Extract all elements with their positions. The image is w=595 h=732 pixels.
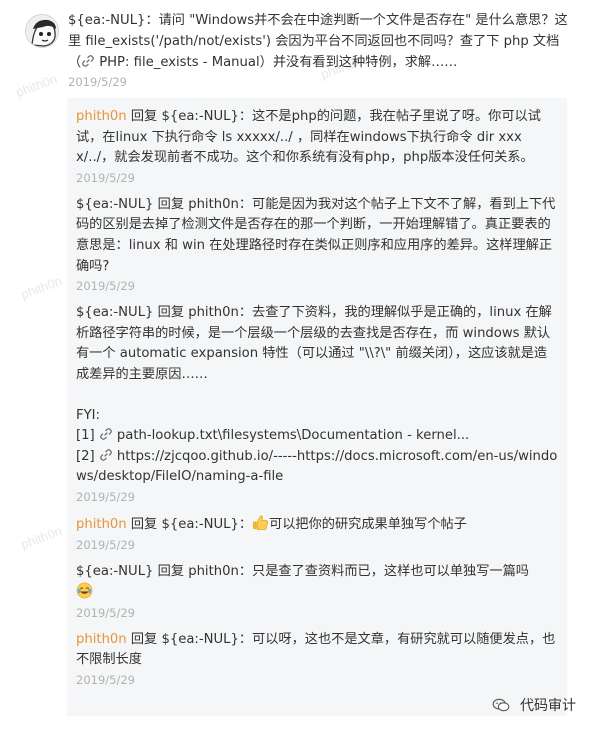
link-icon bbox=[100, 448, 112, 461]
background-watermark: phith0n bbox=[18, 523, 64, 552]
doc-link-text: PHP: file_exists - Manual bbox=[99, 55, 260, 70]
reply-date: 2019/5/29 bbox=[76, 489, 135, 504]
reply-target[interactable]: phith0n bbox=[188, 564, 239, 579]
reply-item: phith0n 回复 ${ea:-NUL}： 可以把你的研究成果单独写个帖子 20… bbox=[76, 514, 558, 553]
tears-of-joy-icon bbox=[76, 582, 93, 599]
reference-number: [1] bbox=[76, 428, 99, 444]
background-watermark: phith0n bbox=[13, 71, 59, 100]
reply-target[interactable]: ${ea:-NUL} bbox=[161, 517, 238, 532]
reply-action: 回复 bbox=[153, 563, 189, 579]
doc-link[interactable]: PHP: file_exists - Manual bbox=[81, 55, 260, 70]
link-icon bbox=[82, 55, 95, 67]
comment-date: 2019/5/29 bbox=[68, 75, 127, 89]
link-icon bbox=[100, 428, 112, 440]
reply-date: 2019/5/29 bbox=[76, 537, 135, 552]
reply-date: 2019/5/29 bbox=[76, 605, 135, 620]
reply-item: ${ea:-NUL} 回复 phith0n：只是查了查资料而已，这样也可以单独写… bbox=[76, 562, 558, 621]
reply-author[interactable]: phith0n bbox=[76, 632, 127, 647]
reply-text: ：只是查了查资料而已，这样也可以单独写一篇吗 bbox=[238, 563, 529, 579]
background-watermark: phith0n bbox=[18, 273, 64, 302]
cartoon-avatar-icon bbox=[26, 15, 58, 47]
reference-link-text: https://zjcqoo.github.io/-----https://do… bbox=[76, 448, 558, 485]
reply-item: ${ea:-NUL} 回复 phith0n：可能是因为我对这个帖子上下文不了解，… bbox=[76, 195, 558, 294]
reference-link-text: path-lookup.txt\filesystems\Documentatio… bbox=[116, 428, 470, 444]
main-comment: ${ea:-NUL}：请问 "Windows并不会在中途判断一个文件是否存在" … bbox=[68, 10, 568, 90]
reply-target[interactable]: phith0n bbox=[188, 197, 239, 212]
reference-number: [2] bbox=[76, 448, 99, 464]
reply-text: 可以把你的研究成果单独写个帖子 bbox=[269, 516, 467, 532]
reference-item: [2] https://zjcqoo.github.io/-----https:… bbox=[76, 447, 558, 488]
reply-action: 回复 bbox=[153, 196, 189, 212]
reply-list: phith0n 回复 ${ea:-NUL}：这不是php的问题，我在帖子里说了呀… bbox=[67, 98, 567, 716]
reply-target[interactable]: phith0n bbox=[188, 305, 239, 320]
wechat-logo-icon bbox=[492, 698, 510, 712]
reply-item: phith0n 回复 ${ea:-NUL}：可以呀，这也不是文章，有研究就可以随… bbox=[76, 630, 558, 688]
reply-author[interactable]: phith0n bbox=[76, 109, 127, 124]
fyi-label: FYI: bbox=[76, 407, 100, 423]
account-watermark: 代码审计 bbox=[520, 698, 576, 714]
comment-text-tail: ）并没有看到这种特例，求解…… bbox=[259, 55, 458, 70]
reply-action: 回复 bbox=[126, 109, 162, 124]
reply-author[interactable]: phith0n bbox=[76, 517, 127, 532]
reply-target[interactable]: ${ea:-NUL} bbox=[161, 109, 238, 124]
reference-item: [1] path-lookup.txt\filesystems\Document… bbox=[76, 426, 558, 447]
reply-target[interactable]: ${ea:-NUL} bbox=[161, 632, 238, 647]
thumbs-up-icon bbox=[253, 515, 269, 530]
reply-author[interactable]: ${ea:-NUL} bbox=[76, 305, 153, 320]
reply-action: 回复 bbox=[126, 631, 162, 647]
reply-date: 2019/5/29 bbox=[76, 170, 135, 185]
reply-item: ${ea:-NUL} 回复 phith0n：去查了下资料，我的理解似乎是正确的，… bbox=[76, 303, 558, 505]
reply-author[interactable]: ${ea:-NUL} bbox=[76, 564, 153, 579]
reply-author[interactable]: ${ea:-NUL} bbox=[76, 197, 153, 212]
reply-item: phith0n 回复 ${ea:-NUL}：这不是php的问题，我在帖子里说了呀… bbox=[76, 107, 558, 186]
reply-action: 回复 bbox=[126, 516, 162, 532]
avatar[interactable] bbox=[25, 14, 59, 48]
reply-action: 回复 bbox=[153, 305, 189, 321]
reply-date: 2019/5/29 bbox=[76, 672, 135, 687]
reference-link[interactable]: https://zjcqoo.github.io/-----https://do… bbox=[76, 449, 557, 485]
reference-link[interactable]: path-lookup.txt\filesystems\Documentatio… bbox=[99, 428, 469, 443]
comment-author[interactable]: ${ea:-NUL} bbox=[68, 13, 145, 28]
reply-date: 2019/5/29 bbox=[76, 279, 135, 294]
